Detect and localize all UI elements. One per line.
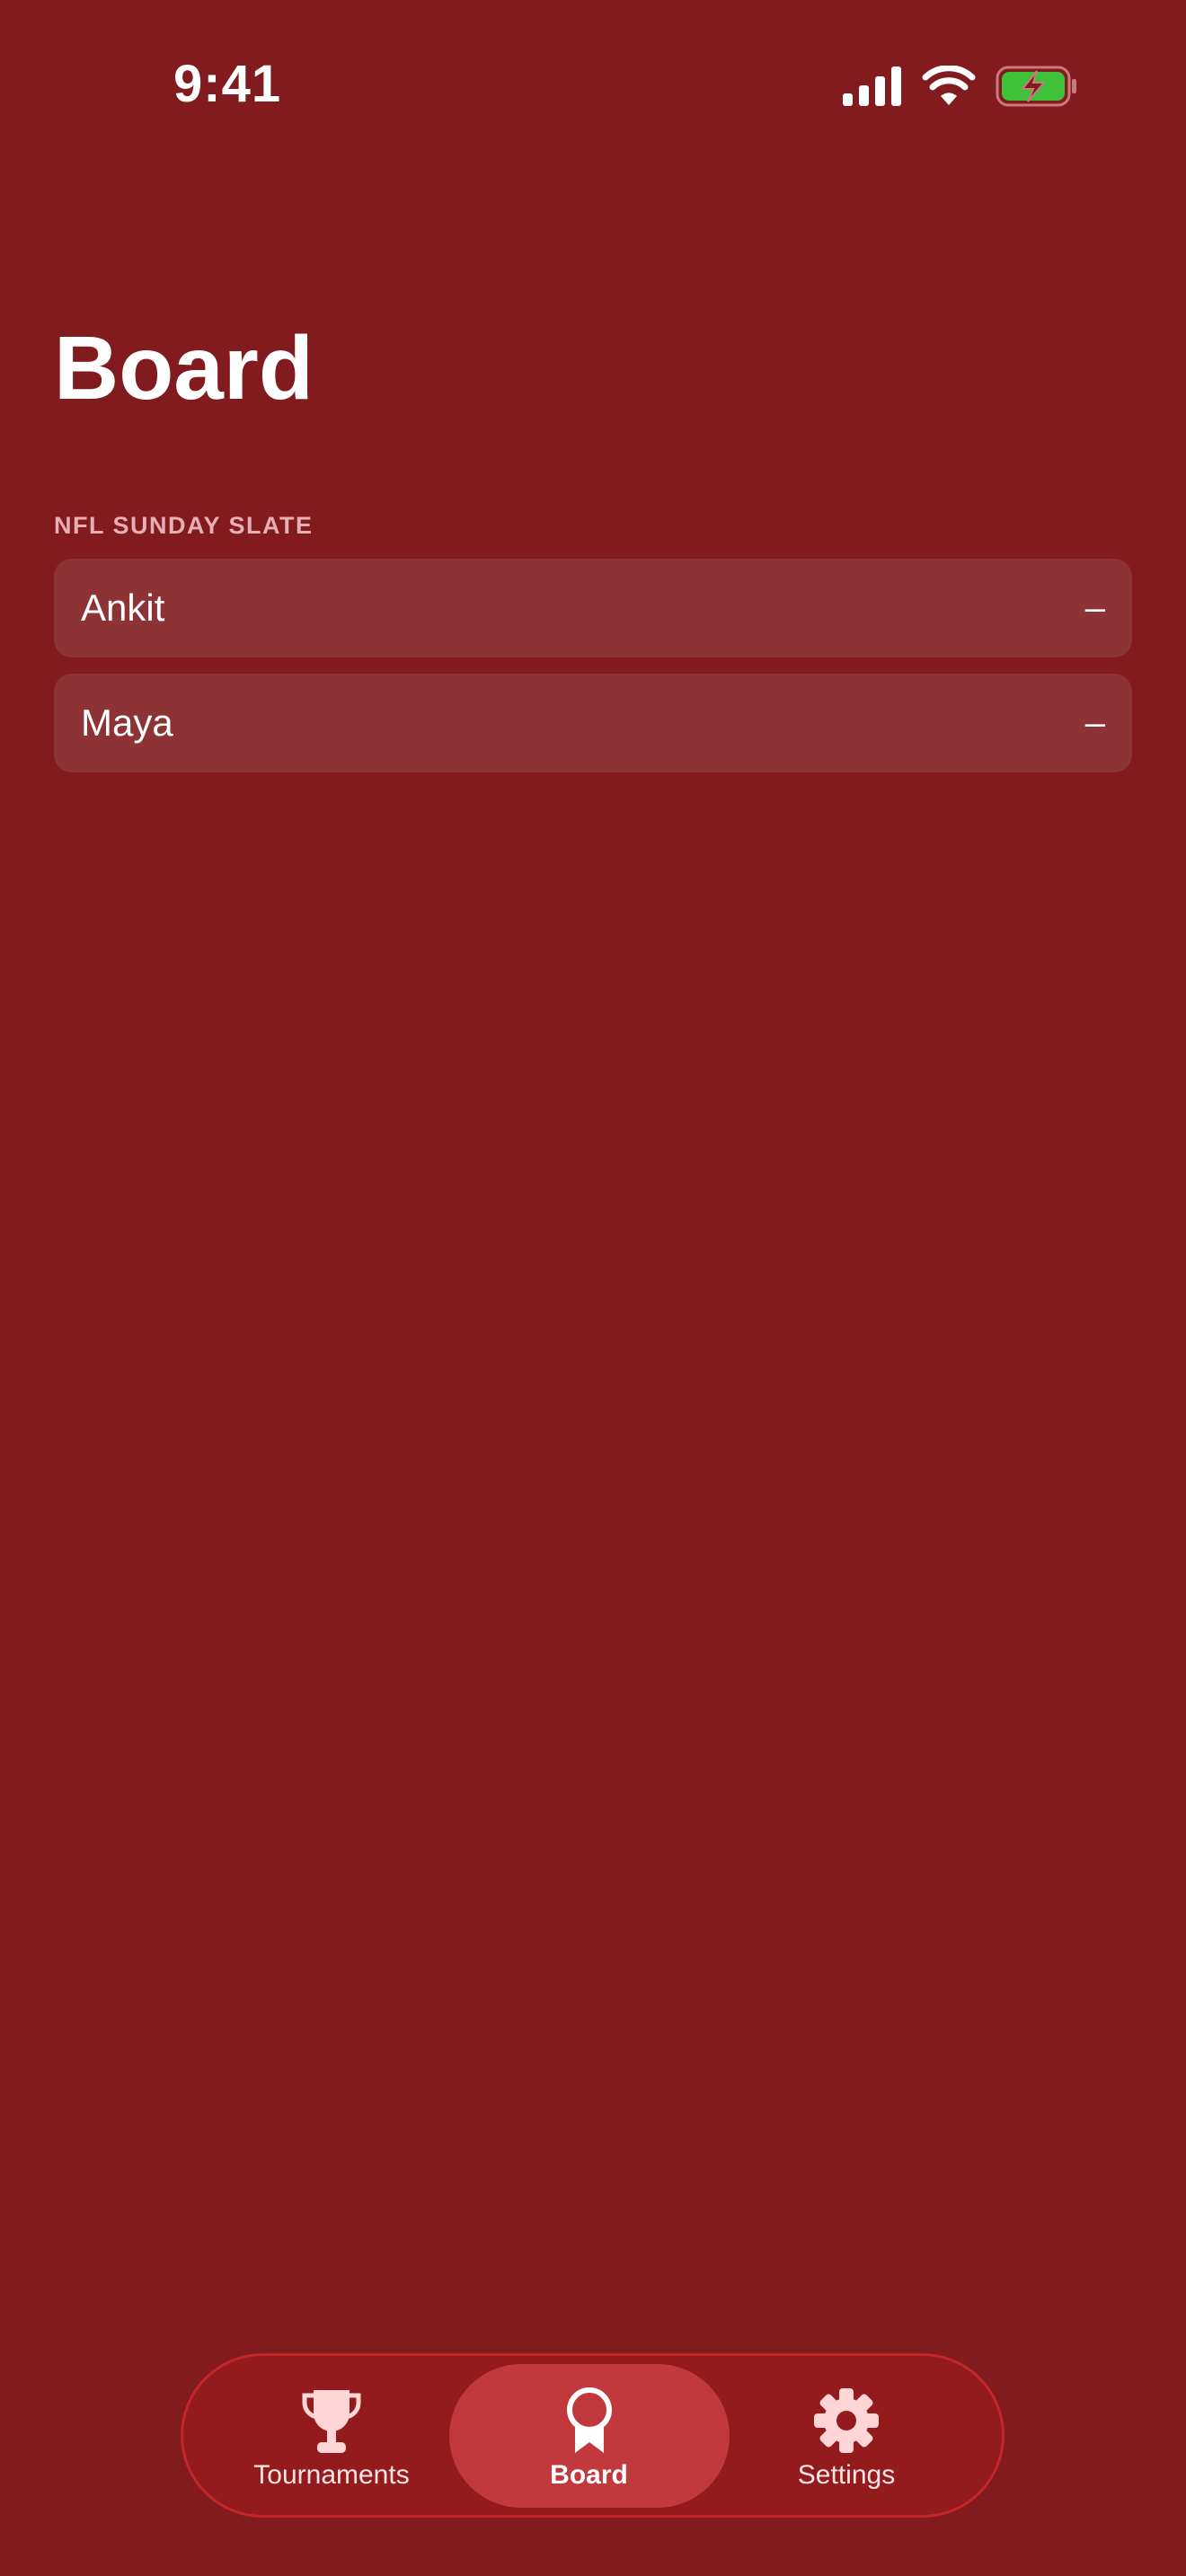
medal-icon [557, 2386, 622, 2455]
page-title: Board [54, 318, 314, 419]
wifi-icon [922, 66, 976, 107]
section-header: NFL SUNDAY SLATE [54, 512, 314, 539]
trophy-icon [299, 2386, 364, 2455]
status-time: 9:41 [173, 55, 282, 113]
tab-label: Settings [797, 2459, 896, 2490]
player-score: – [1084, 587, 1105, 628]
status-bar: 9:41 [0, 0, 1186, 171]
list-item[interactable]: Maya – [54, 674, 1132, 772]
tab-label: Board [550, 2459, 628, 2490]
battery-charging-icon [996, 66, 1078, 107]
player-name: Maya [81, 701, 173, 744]
status-icons [843, 63, 1078, 110]
player-score: – [1084, 702, 1105, 743]
tab-board[interactable]: Board [448, 2363, 730, 2508]
cellular-signal-icon [843, 66, 902, 106]
tab-bar: Tournaments Board Settings [181, 2353, 1005, 2518]
player-list: Ankit – Maya – [54, 559, 1132, 789]
tab-label: Tournaments [253, 2459, 410, 2490]
tab-tournaments[interactable]: Tournaments [228, 2364, 435, 2508]
list-item[interactable]: Ankit – [54, 559, 1132, 657]
gear-icon [814, 2386, 879, 2455]
player-name: Ankit [81, 587, 165, 629]
tab-settings[interactable]: Settings [743, 2364, 950, 2508]
